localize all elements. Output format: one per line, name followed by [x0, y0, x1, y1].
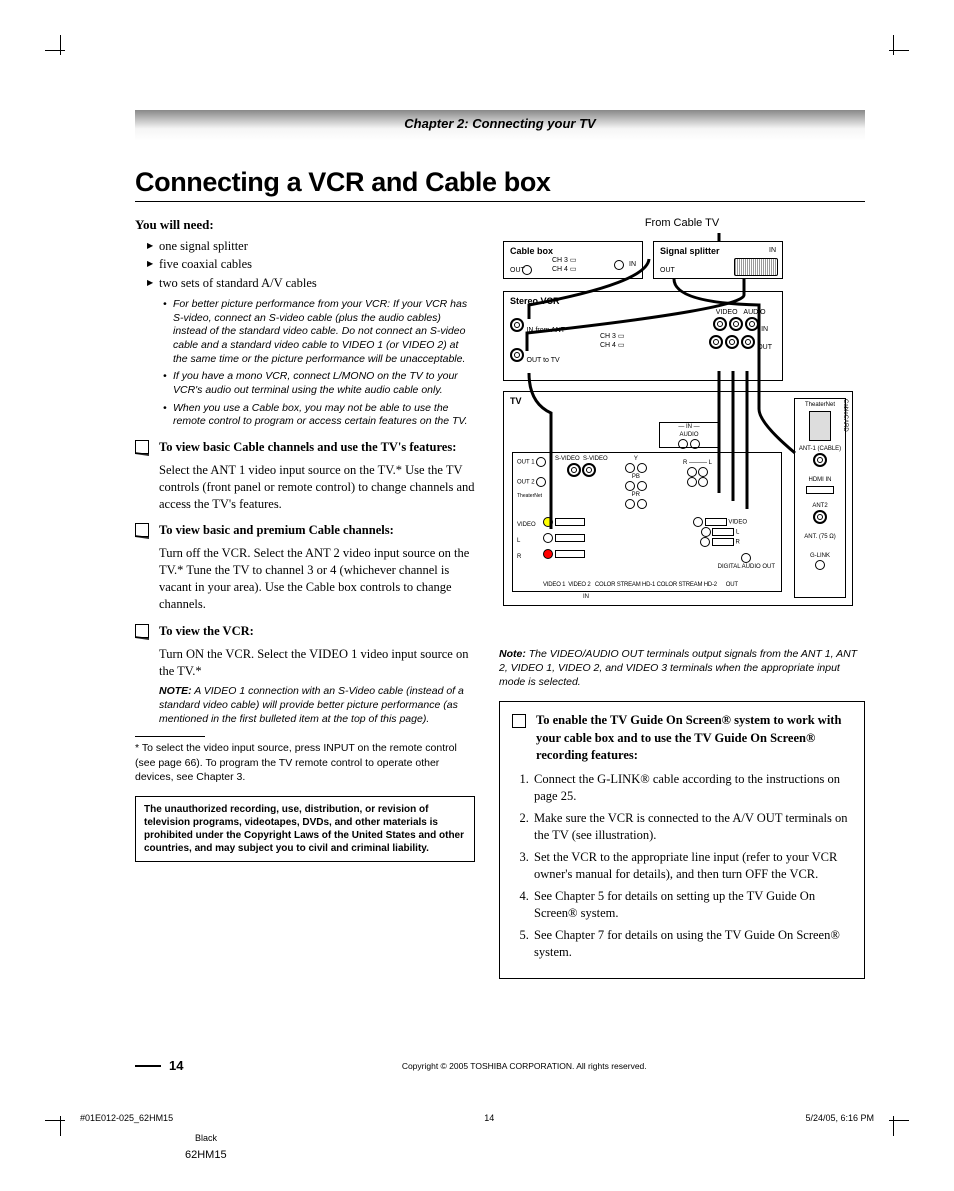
crop-mark-bl: [50, 1101, 80, 1131]
chapter-header: Chapter 2: Connecting your TV: [135, 110, 865, 141]
tvguide-step: See Chapter 7 for details on using the T…: [532, 927, 852, 962]
tips-list: For better picture performance from your…: [135, 298, 475, 429]
page-number: 14: [169, 1058, 183, 1073]
tvguide-step: Set the VCR to the appropriate line inpu…: [532, 849, 852, 884]
tvguide-heading: To enable the TV Guide On Screen® system…: [512, 712, 852, 765]
crop-mark-tr: [874, 40, 904, 70]
print-timestamp: 5/24/05, 6:16 PM: [805, 1113, 874, 1123]
you-will-need-heading: You will need:: [135, 216, 475, 234]
footnote: * To select the video input source, pres…: [135, 741, 475, 784]
tvguide-box: To enable the TV Guide On Screen® system…: [499, 701, 865, 979]
left-column: You will need: one signal splitter five …: [135, 216, 475, 979]
print-page: 14: [484, 1113, 494, 1123]
footnote-rule: [135, 736, 205, 737]
model-number: 62HM15: [185, 1149, 227, 1161]
crop-mark-tl: [50, 40, 80, 70]
page-title: Connecting a VCR and Cable box: [135, 167, 865, 202]
page-footer: 14 Copyright © 2005 TOSHIBA CORPORATION.…: [135, 1058, 865, 1073]
diagram-note: Note: The VIDEO/AUDIO OUT terminals outp…: [499, 647, 865, 690]
check-heading: To view the VCR:: [159, 624, 254, 638]
tvguide-steps: Connect the G-LINK® cable according to t…: [512, 771, 852, 962]
print-color: Black: [195, 1133, 217, 1143]
check-item-basic-cable: To view basic Cable channels and use the…: [135, 439, 475, 456]
check-item-view-vcr: To view the VCR:: [135, 623, 475, 640]
tvguide-step: Connect the G-LINK® cable according to t…: [532, 771, 852, 806]
diagram-signal-splitter: Signal splitter IN OUT OUT: [653, 241, 783, 279]
tvguide-step: Make sure the VCR is connected to the A/…: [532, 810, 852, 845]
copyright-warning-box: The unauthorized recording, use, distrib…: [135, 796, 475, 862]
diagram-stereo-vcr: Stereo VCR IN from ANT OUT to TV CH 3 ▭C…: [503, 291, 783, 381]
need-item: one signal splitter: [147, 238, 475, 255]
right-column: From Cable TV Cable box IN OUT CH 3 ▭CH …: [499, 216, 865, 979]
check-body: Select the ANT 1 video input source on t…: [135, 462, 475, 513]
print-filename: #01E012-025_62HM15: [80, 1113, 173, 1123]
need-item: five coaxial cables: [147, 256, 475, 273]
check-body: Turn off the VCR. Select the ANT 2 video…: [135, 545, 475, 613]
print-metadata: #01E012-025_62HM15 14 5/24/05, 6:16 PM: [80, 1113, 874, 1123]
connection-diagram: Cable box IN OUT CH 3 ▭CH 4 ▭ Signal spl…: [499, 233, 865, 633]
from-cable-tv-label: From Cable TV: [499, 216, 865, 231]
diagram-tv-back-panel: TV TheaterNet ANT-1 (CABLE) HDMI IN ANT2…: [503, 391, 853, 606]
check-heading: To view basic Cable channels and use the…: [159, 440, 456, 454]
diagram-cable-box: Cable box IN OUT CH 3 ▭CH 4 ▭: [503, 241, 643, 279]
check-body: Turn ON the VCR. Select the VIDEO 1 vide…: [135, 646, 475, 680]
vcr-note: NOTE: A VIDEO 1 connection with an S-Vid…: [135, 685, 475, 726]
tvguide-step: See Chapter 5 for details on setting up …: [532, 888, 852, 923]
tip-item: For better picture performance from your…: [163, 298, 475, 366]
crop-mark-br: [874, 1101, 904, 1131]
needs-list: one signal splitter five coaxial cables …: [135, 238, 475, 293]
tip-item: If you have a mono VCR, connect L/MONO o…: [163, 370, 475, 397]
need-item: two sets of standard A/V cables: [147, 275, 475, 292]
check-heading: To view basic and premium Cable channels…: [159, 523, 394, 537]
check-item-premium-cable: To view basic and premium Cable channels…: [135, 522, 475, 539]
tip-item: When you use a Cable box, you may not be…: [163, 402, 475, 429]
copyright-line: Copyright © 2005 TOSHIBA CORPORATION. Al…: [183, 1061, 865, 1071]
